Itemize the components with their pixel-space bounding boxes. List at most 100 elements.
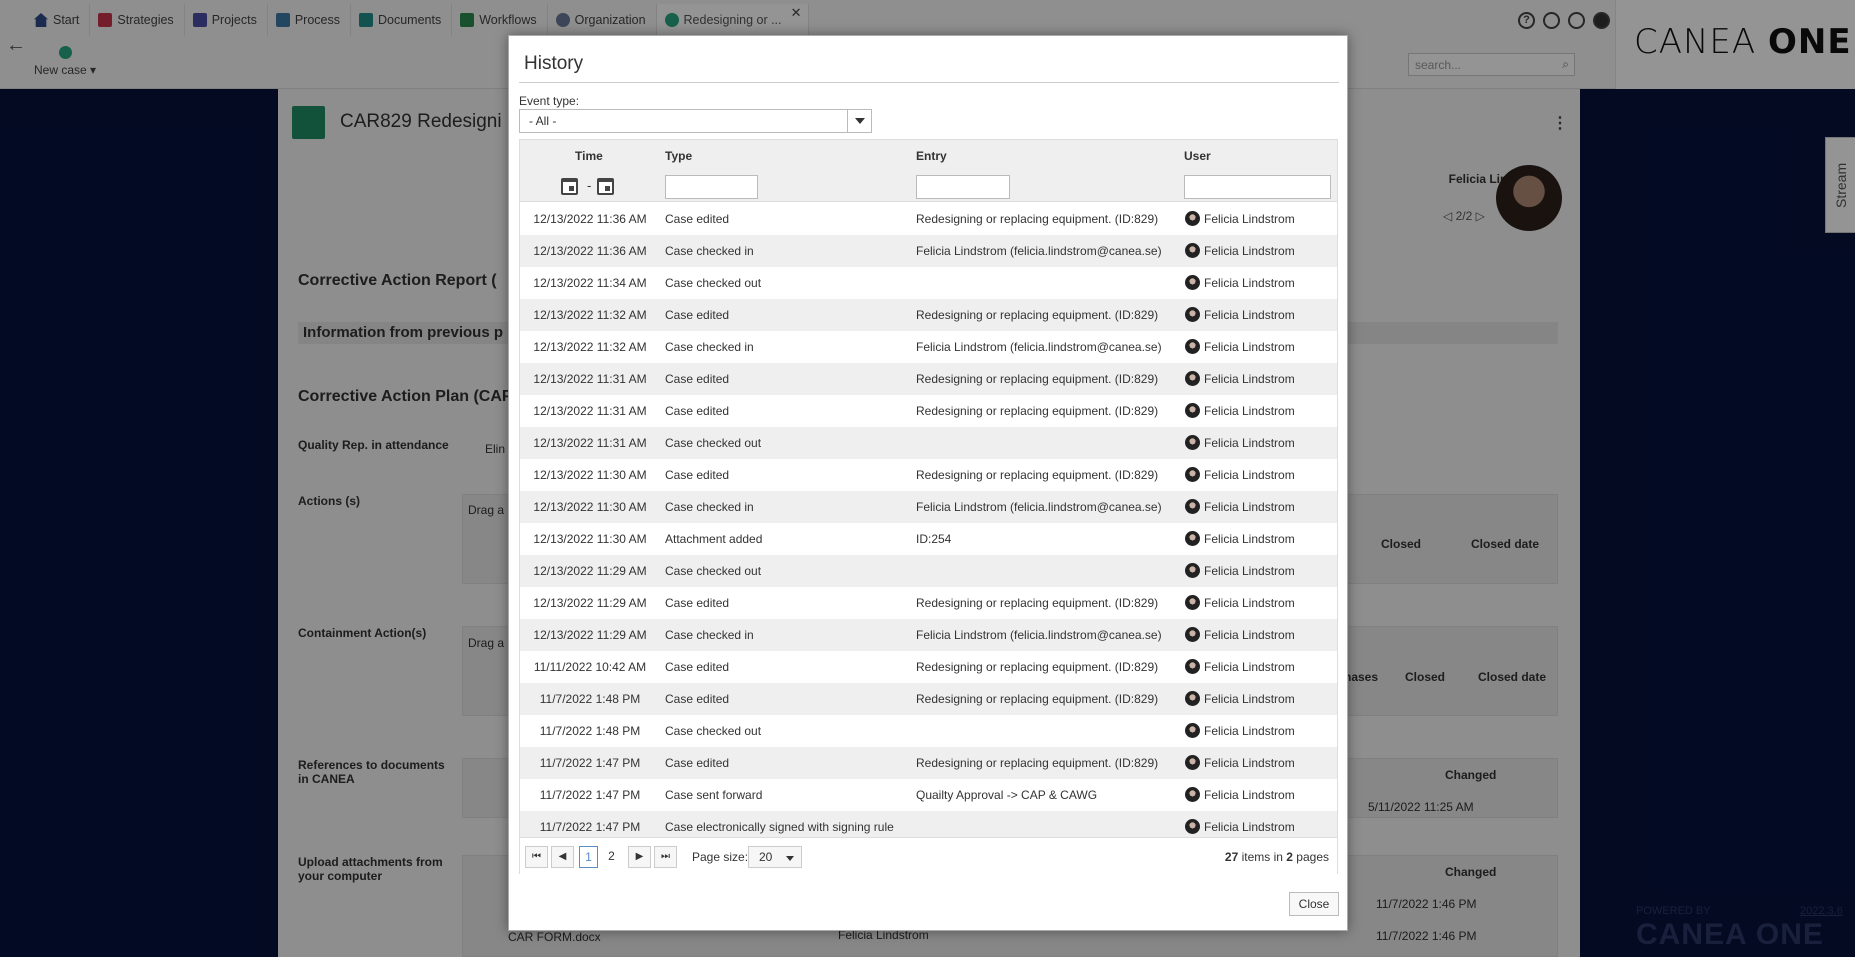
table-row[interactable]: 12/13/2022 11:32 AM Case edited Redesignin…: [520, 299, 1337, 331]
user-avatar: [1185, 339, 1200, 354]
row-entry: Felicia Lindstrom (felicia.lindstrom@can…: [916, 500, 1162, 514]
row-user: Felicia Lindstrom: [1204, 436, 1295, 450]
row-user: Felicia Lindstrom: [1204, 820, 1295, 834]
row-entry: Redesigning or replacing equipment. (ID:…: [916, 404, 1159, 418]
calendar-to-icon[interactable]: [597, 178, 614, 195]
row-entry: Redesigning or replacing equipment. (ID:…: [916, 372, 1159, 386]
column-header-type[interactable]: Type: [665, 149, 692, 163]
dialog-title: History: [524, 53, 584, 74]
row-user: Felicia Lindstrom: [1204, 532, 1295, 546]
chevron-down-icon[interactable]: [847, 110, 871, 132]
row-time: 11/7/2022 1:47 PM: [539, 820, 641, 834]
column-header-time[interactable]: Time: [575, 149, 603, 163]
type-filter-input[interactable]: [665, 175, 758, 199]
table-row[interactable]: 11/7/2022 1:47 PM Case edited Redesigning …: [520, 747, 1337, 779]
column-header-user[interactable]: User: [1184, 149, 1211, 163]
table-row[interactable]: 12/13/2022 11:29 AM Case checked out Felic…: [520, 555, 1337, 587]
row-entry: ID:254: [916, 532, 952, 546]
history-grid: Time Type Entry User - 12/13/2022 11:36 …: [519, 139, 1338, 874]
row-type: Case sent forward: [665, 788, 763, 802]
next-page-button[interactable]: ▶: [628, 846, 651, 868]
last-page-button[interactable]: ⏭: [654, 846, 677, 868]
row-type: Case checked out: [665, 436, 762, 450]
row-time: 12/13/2022 11:32 AM: [533, 340, 647, 354]
table-row[interactable]: 11/7/2022 1:48 PM Case checked out Felicia…: [520, 715, 1337, 747]
user-avatar: [1185, 403, 1200, 418]
page-size-value: 20: [759, 850, 773, 864]
page-2-button[interactable]: 2: [602, 846, 621, 868]
title-divider: [519, 82, 1339, 83]
chevron-down-icon: [786, 856, 794, 861]
user-avatar: [1185, 723, 1200, 738]
user-avatar: [1185, 755, 1200, 770]
row-time: 12/13/2022 11:29 AM: [533, 564, 647, 578]
table-row[interactable]: 12/13/2022 11:31 AM Case edited Redesignin…: [520, 395, 1337, 427]
calendar-from-icon[interactable]: [561, 178, 578, 195]
table-row[interactable]: 12/13/2022 11:32 AM Case checked in Felici…: [520, 331, 1337, 363]
page-size-label: Page size:: [692, 850, 749, 864]
page-1-button[interactable]: 1: [579, 846, 598, 868]
user-avatar: [1185, 531, 1200, 546]
user-avatar: [1185, 659, 1200, 674]
row-type: Case checked in: [665, 244, 754, 258]
event-type-select[interactable]: - All -: [519, 109, 872, 133]
row-user: Felicia Lindstrom: [1204, 596, 1295, 610]
table-row[interactable]: 12/13/2022 11:31 AM Case edited Redesignin…: [520, 363, 1337, 395]
row-type: Case edited: [665, 660, 730, 674]
row-user: Felicia Lindstrom: [1204, 308, 1295, 322]
row-type: Case checked in: [665, 340, 754, 354]
page-size-select[interactable]: 20: [748, 846, 802, 868]
history-dialog: History Event type: - All - Time Type En…: [508, 35, 1348, 931]
entry-filter-input[interactable]: [916, 175, 1010, 199]
user-avatar: [1185, 499, 1200, 514]
date-range-separator: -: [587, 178, 592, 193]
user-avatar: [1185, 691, 1200, 706]
grid-header: Time Type Entry User -: [520, 140, 1337, 202]
row-type: Case edited: [665, 308, 730, 322]
table-row[interactable]: 12/13/2022 11:34 AM Case checked out Felic…: [520, 267, 1337, 299]
table-row[interactable]: 11/7/2022 1:47 PM Case sent forward Quailt…: [520, 779, 1337, 811]
user-avatar: [1185, 307, 1200, 322]
table-row[interactable]: 12/13/2022 11:30 AM Attachment added ID:25…: [520, 523, 1337, 555]
row-time: 11/11/2022 10:42 AM: [533, 660, 647, 674]
row-time: 12/13/2022 11:29 AM: [533, 596, 647, 610]
prev-page-button[interactable]: ◀: [551, 846, 574, 868]
row-user: Felicia Lindstrom: [1204, 564, 1295, 578]
row-user: Felicia Lindstrom: [1204, 276, 1295, 290]
history-rows: 12/13/2022 11:36 AM Case edited Redesignin…: [520, 203, 1337, 843]
row-entry: Redesigning or replacing equipment. (ID:…: [916, 212, 1159, 226]
event-type-value: - All -: [529, 114, 557, 128]
user-avatar: [1185, 787, 1200, 802]
user-avatar: [1185, 467, 1200, 482]
table-row[interactable]: 12/13/2022 11:36 AM Case checked in Felici…: [520, 235, 1337, 267]
user-avatar: [1185, 595, 1200, 610]
row-entry: Redesigning or replacing equipment. (ID:…: [916, 596, 1159, 610]
table-row[interactable]: 11/11/2022 10:42 AM Case edited Redesignin…: [520, 651, 1337, 683]
first-page-button[interactable]: ⏮: [525, 846, 548, 868]
table-row[interactable]: 12/13/2022 11:36 AM Case edited Redesignin…: [520, 203, 1337, 235]
column-header-entry[interactable]: Entry: [916, 149, 947, 163]
table-row[interactable]: 12/13/2022 11:29 AM Case edited Redesignin…: [520, 587, 1337, 619]
row-time: 12/13/2022 11:30 AM: [533, 532, 647, 546]
table-row[interactable]: 12/13/2022 11:30 AM Case edited Redesignin…: [520, 459, 1337, 491]
close-button[interactable]: Close: [1289, 892, 1339, 916]
table-row[interactable]: 12/13/2022 11:29 AM Case checked in Felici…: [520, 619, 1337, 651]
row-user: Felicia Lindstrom: [1204, 788, 1295, 802]
table-row[interactable]: 12/13/2022 11:31 AM Case checked out Felic…: [520, 427, 1337, 459]
row-entry: Redesigning or replacing equipment. (ID:…: [916, 692, 1159, 706]
row-time: 12/13/2022 11:30 AM: [533, 468, 647, 482]
row-type: Case edited: [665, 756, 730, 770]
table-row[interactable]: 12/13/2022 11:30 AM Case checked in Felici…: [520, 491, 1337, 523]
table-row[interactable]: 11/7/2022 1:48 PM Case edited Redesigning …: [520, 683, 1337, 715]
row-user: Felicia Lindstrom: [1204, 212, 1295, 226]
row-type: Case electronically signed with signing …: [665, 820, 894, 834]
user-avatar: [1185, 819, 1200, 834]
row-user: Felicia Lindstrom: [1204, 692, 1295, 706]
user-avatar: [1185, 563, 1200, 578]
row-entry: Redesigning or replacing equipment. (ID:…: [916, 756, 1159, 770]
user-filter-input[interactable]: [1184, 175, 1331, 199]
user-avatar: [1185, 275, 1200, 290]
row-entry: Felicia Lindstrom (felicia.lindstrom@can…: [916, 244, 1162, 258]
user-avatar: [1185, 211, 1200, 226]
pager-info: 27 items in 2 pages: [1224, 850, 1329, 864]
